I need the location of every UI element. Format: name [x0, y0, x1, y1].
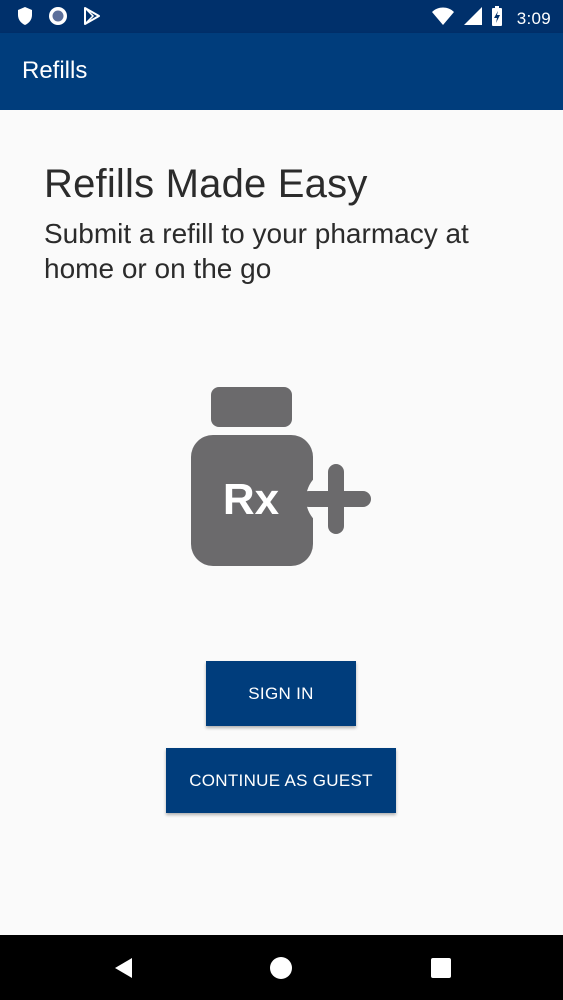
main-content: Refills Made Easy Submit a refill to you…	[0, 110, 563, 935]
cellular-signal-icon	[463, 6, 483, 31]
status-right-icons: 3:09	[431, 5, 551, 32]
continue-as-guest-button[interactable]: CONTINUE AS GUEST	[166, 748, 396, 813]
status-left-icons	[16, 6, 102, 31]
shield-icon	[16, 6, 34, 31]
status-bar: 3:09	[0, 0, 563, 33]
app-bar: Refills	[0, 33, 563, 110]
recents-icon[interactable]	[428, 955, 454, 981]
rx-label: Rx	[223, 475, 280, 524]
app-title: Refills	[22, 57, 88, 84]
home-icon[interactable]	[268, 955, 294, 981]
status-time: 3:09	[516, 8, 551, 28]
circle-app-icon	[48, 6, 68, 31]
headline: Refills Made Easy	[44, 162, 368, 206]
sign-in-button[interactable]: SIGN IN	[206, 661, 356, 726]
subheadline: Submit a refill to your pharmacy at home…	[44, 218, 469, 284]
wifi-icon	[431, 6, 455, 31]
rx-bottle-plus-icon: Rx	[189, 386, 375, 568]
play-store-icon	[82, 6, 102, 31]
battery-charging-icon	[491, 5, 503, 32]
navigation-bar	[0, 935, 563, 1000]
back-icon[interactable]	[110, 955, 136, 981]
